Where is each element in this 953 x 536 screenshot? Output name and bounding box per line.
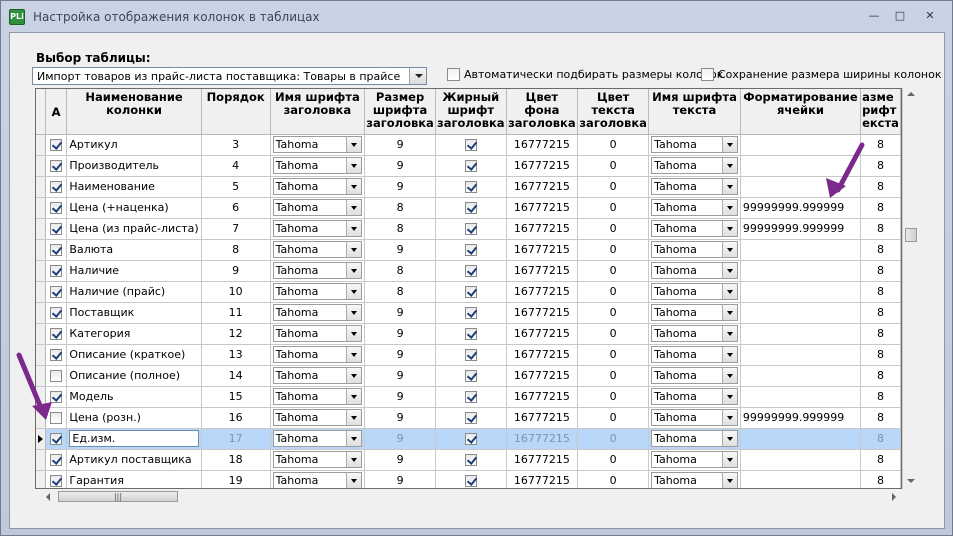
annotation-arrow-row-icon: [16, 352, 52, 420]
annotation-arrow-format-icon: [826, 142, 865, 198]
annotation-arrows: [16, 142, 865, 420]
